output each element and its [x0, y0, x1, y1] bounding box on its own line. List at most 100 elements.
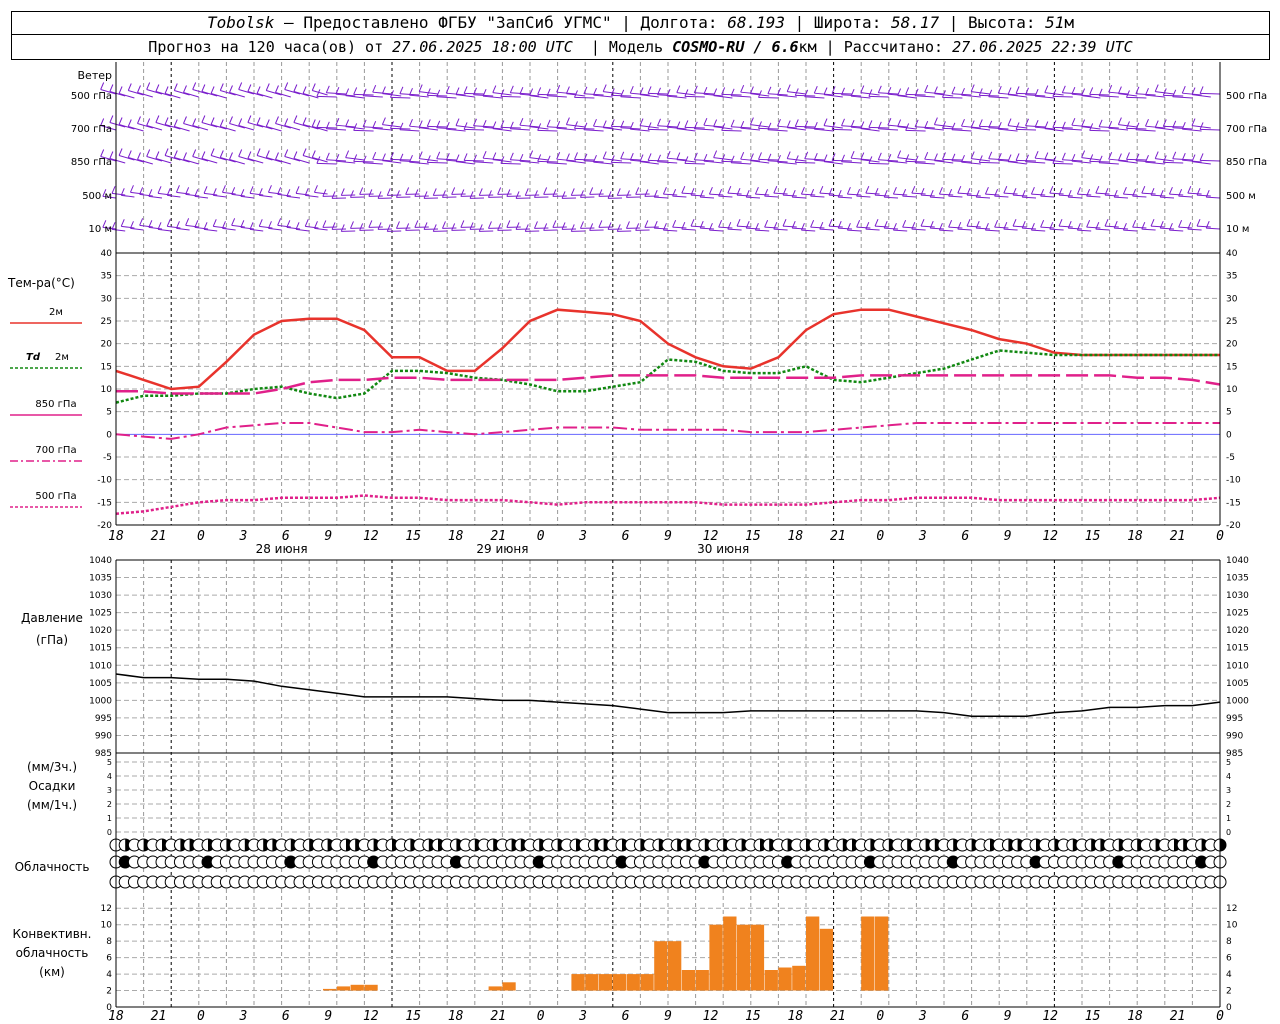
wind-barb — [363, 162, 383, 165]
cloud-cover-fill — [1220, 839, 1226, 851]
wind-barb — [920, 194, 935, 197]
wind-barb — [782, 194, 797, 197]
hour-tick-label: 0 — [197, 1009, 205, 1024]
wind-barb-feather — [574, 121, 578, 129]
pressure-tick-label: 1030 — [1226, 591, 1249, 601]
wind-barb — [1086, 195, 1101, 198]
wind-barb-feather — [353, 154, 358, 162]
wind-barb-feather — [445, 85, 450, 94]
precip-unit-3h: (мм/3ч.) — [27, 760, 77, 774]
hour-tick-label: 21 — [830, 1009, 846, 1024]
conv-title-2: облачность — [16, 946, 89, 960]
wind-barb-feather — [933, 153, 938, 161]
wind-barb-feather — [1154, 120, 1159, 128]
wind-barb-feather — [256, 86, 261, 94]
wind-barb-feather — [552, 220, 557, 228]
wind-barb-feather — [868, 120, 873, 128]
wind-barb — [957, 192, 972, 195]
wind-barb — [819, 192, 834, 195]
wind-barb-feather — [293, 151, 298, 159]
wind-barb-feather — [635, 187, 640, 195]
wind-barb — [994, 226, 1009, 229]
wind-barb — [275, 123, 291, 129]
convective-bar — [599, 974, 613, 991]
wind-barb-feather — [1196, 218, 1201, 227]
temp-tick-label: -5 — [103, 453, 112, 463]
pressure-tick-label: 1040 — [89, 556, 112, 566]
precip-tick-label: 3 — [107, 786, 112, 795]
wind-barb — [284, 156, 301, 162]
temp-tick-label: -20 — [97, 521, 112, 531]
wind-level-label: 700 гПа — [71, 124, 112, 135]
legend-t500-label: 500 гПа — [35, 491, 76, 502]
wind-barb — [1123, 229, 1138, 232]
wind-barb — [238, 156, 255, 162]
wind-barb — [164, 124, 181, 130]
wind-level-label: 10 м — [89, 224, 112, 235]
convective-bar — [709, 924, 723, 991]
wind-barb-feather — [574, 152, 578, 160]
wind-barb-feather — [100, 82, 105, 90]
wind-barb-feather — [602, 120, 607, 128]
wind-barb-feather — [823, 87, 828, 95]
wind-barb-feather — [359, 223, 364, 231]
wind-barb-feather — [256, 117, 261, 125]
wind-barb — [792, 196, 807, 199]
wind-barb-feather — [1178, 219, 1183, 228]
wind-barb-feather — [856, 219, 861, 228]
wind-barb-feather — [994, 219, 999, 228]
wind-barb — [293, 122, 310, 128]
wind-barb-feather — [537, 87, 542, 95]
wind-barb-feather — [395, 221, 400, 229]
wind-barb — [164, 93, 181, 99]
wind-barb — [684, 162, 705, 165]
convective-bar — [723, 916, 737, 991]
wind-barb-feather — [267, 185, 272, 193]
wind-barb-feather — [610, 119, 615, 127]
wind-barb-feather — [758, 152, 762, 160]
wind-barb-feather — [957, 185, 962, 194]
wind-barb-feather — [155, 115, 160, 123]
wind-barb — [801, 193, 816, 196]
conv-tick-label: 12 — [1226, 904, 1237, 914]
convective-bar — [571, 974, 585, 991]
wind-barb — [951, 129, 972, 132]
wind-barb-feather — [100, 149, 105, 157]
wind-barb-feather — [997, 85, 1002, 94]
hour-tick-label: 0 — [1216, 1009, 1224, 1024]
wind-barb — [1206, 196, 1221, 199]
wind-barb-feather — [492, 152, 497, 160]
pressure-tick-label: 1035 — [1226, 574, 1249, 584]
wind-barb — [1141, 228, 1156, 231]
wind-barb — [731, 162, 751, 165]
wind-barb-feather — [455, 118, 460, 126]
wind-barb-feather — [441, 190, 446, 198]
wind-barb-feather — [284, 149, 289, 157]
wind-barb-feather — [229, 116, 233, 124]
wind-barb — [1132, 226, 1147, 229]
wind-barb-feather — [662, 186, 667, 195]
conv-tick-label: 10 — [1226, 921, 1238, 931]
wind-barb-feather — [543, 187, 548, 195]
wind-barb — [1031, 229, 1046, 232]
wind-barb-feather — [395, 190, 400, 198]
legend-td-level: 2м — [55, 352, 69, 363]
legend-t850-label: 850 гПа — [35, 399, 76, 410]
wind-barb-feather — [229, 85, 233, 93]
wind-barb — [266, 126, 282, 132]
wind-barb-feather — [331, 191, 336, 199]
wind-barb — [1068, 227, 1083, 230]
wind-barb — [792, 227, 807, 230]
convective-bar — [695, 970, 709, 991]
wind-barb — [874, 225, 889, 228]
wind-barb — [819, 228, 834, 231]
wind-barb — [464, 128, 485, 131]
wind-barb-feather — [911, 185, 916, 194]
wind-barb — [1172, 96, 1193, 99]
wind-barb-feather — [426, 155, 431, 163]
wind-barb-feather — [524, 188, 529, 196]
convective-bar — [350, 984, 364, 991]
wind-barb — [718, 226, 733, 229]
wind-barb — [1114, 196, 1129, 199]
wind-barb — [203, 228, 218, 232]
